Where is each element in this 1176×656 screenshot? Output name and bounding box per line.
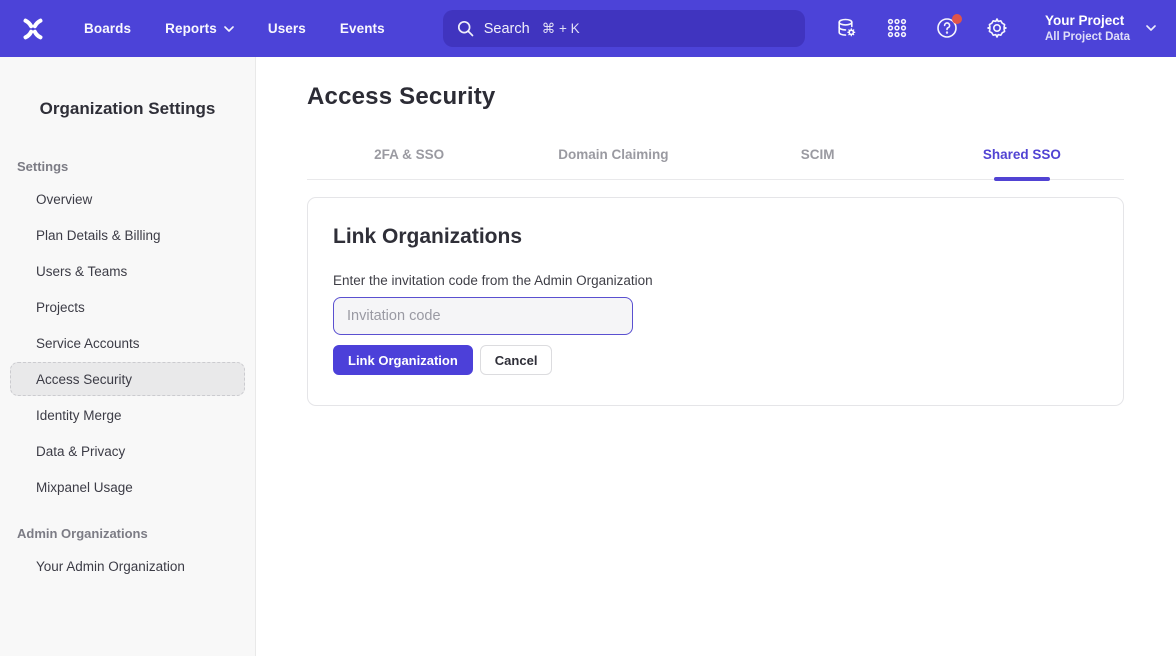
- search-shortcut: ⌘ + K: [542, 21, 580, 37]
- primary-nav: Boards Reports Users Events: [84, 21, 385, 36]
- cancel-button[interactable]: Cancel: [480, 345, 553, 375]
- tab-domain-claiming-label: Domain Claiming: [558, 147, 668, 162]
- sidebar-item-plan-details-billing[interactable]: Plan Details & Billing: [10, 218, 245, 252]
- tab-scim-label: SCIM: [801, 147, 835, 162]
- sidebar-item-access-security[interactable]: Access Security: [10, 362, 245, 396]
- sidebar-item-projects[interactable]: Projects: [10, 290, 245, 324]
- notification-dot: [952, 14, 962, 24]
- nav-users[interactable]: Users: [268, 21, 306, 36]
- chevron-down-icon: [224, 26, 234, 32]
- sidebar-item-data-privacy[interactable]: Data & Privacy: [10, 434, 245, 468]
- link-organizations-card: Link Organizations Enter the invitation …: [307, 197, 1124, 406]
- nav-events[interactable]: Events: [340, 21, 385, 36]
- nav-reports[interactable]: Reports: [165, 21, 234, 36]
- card-actions: Link Organization Cancel: [333, 345, 1098, 375]
- sidebar-item-identity-merge[interactable]: Identity Merge: [10, 398, 245, 432]
- invitation-code-input[interactable]: [333, 297, 633, 335]
- sidebar-item-your-admin-organization[interactable]: Your Admin Organization: [10, 549, 245, 583]
- sidebar-item-mixpanel-usage[interactable]: Mixpanel Usage: [10, 470, 245, 504]
- tab-scim[interactable]: SCIM: [716, 133, 920, 179]
- project-meta: Your Project All Project Data: [1045, 12, 1130, 44]
- org-settings-sidebar: Organization Settings Settings Overview …: [0, 57, 256, 656]
- chevron-down-icon: [1146, 25, 1156, 31]
- search-icon: [457, 20, 474, 37]
- active-tab-underline: [994, 177, 1050, 181]
- topbar-actions: Your Project All Project Data: [835, 12, 1156, 44]
- invitation-code-label: Enter the invitation code from the Admin…: [333, 273, 1098, 288]
- settings-gear-icon[interactable]: [985, 16, 1009, 40]
- tab-shared-sso-label: Shared SSO: [983, 147, 1061, 162]
- project-switcher[interactable]: Your Project All Project Data: [1045, 12, 1156, 44]
- access-security-tabs: 2FA & SSO Domain Claiming SCIM Shared SS…: [307, 133, 1124, 180]
- mixpanel-logo-icon[interactable]: [18, 14, 48, 44]
- project-name: Your Project: [1045, 12, 1130, 30]
- main-content: Access Security 2FA & SSO Domain Claimin…: [256, 57, 1176, 656]
- database-gear-icon[interactable]: [835, 16, 859, 40]
- sidebar-item-users-teams[interactable]: Users & Teams: [10, 254, 245, 288]
- search-input[interactable]: Search ⌘ + K: [443, 10, 805, 47]
- sidebar-item-overview[interactable]: Overview: [10, 182, 245, 216]
- nav-users-label: Users: [268, 21, 306, 36]
- card-title: Link Organizations: [333, 225, 1098, 249]
- sidebar-title: Organization Settings: [0, 99, 255, 119]
- tab-domain-claiming[interactable]: Domain Claiming: [511, 133, 715, 179]
- nav-events-label: Events: [340, 21, 385, 36]
- tab-shared-sso[interactable]: Shared SSO: [920, 133, 1124, 179]
- tab-2fa-sso[interactable]: 2FA & SSO: [307, 133, 511, 179]
- search-placeholder: Search: [484, 21, 530, 37]
- settings-section-label: Settings: [0, 159, 255, 174]
- nav-boards-label: Boards: [84, 21, 131, 36]
- topbar: Boards Reports Users Events Search ⌘ + K: [0, 0, 1176, 57]
- tab-2fa-sso-label: 2FA & SSO: [374, 147, 444, 162]
- apps-grid-icon[interactable]: [885, 16, 909, 40]
- link-organization-button[interactable]: Link Organization: [333, 345, 473, 375]
- sidebar-item-service-accounts[interactable]: Service Accounts: [10, 326, 245, 360]
- nav-reports-label: Reports: [165, 21, 217, 36]
- nav-boards[interactable]: Boards: [84, 21, 131, 36]
- project-subtitle: All Project Data: [1045, 30, 1130, 45]
- page-title: Access Security: [307, 83, 1124, 111]
- help-question-icon[interactable]: [935, 16, 959, 40]
- admin-orgs-section-label: Admin Organizations: [0, 526, 255, 541]
